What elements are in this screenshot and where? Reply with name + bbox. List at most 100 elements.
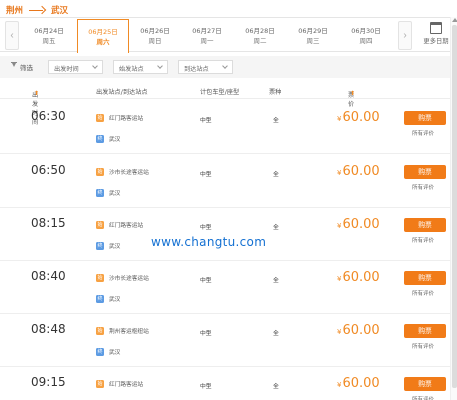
- departure-station: 始红门路客运站: [96, 220, 144, 229]
- date-item[interactable]: 06月28日 周二: [234, 19, 286, 51]
- website-watermark: www.changtu.com: [151, 235, 267, 249]
- departure-badge-icon: 始: [96, 167, 104, 176]
- previous-date-button[interactable]: ‹: [5, 21, 19, 50]
- sort-up-icon: ⬆: [350, 90, 356, 97]
- ticket-price: ¥60.00: [337, 164, 380, 179]
- filter-label: 筛选: [11, 62, 33, 72]
- next-date-button[interactable]: ›: [398, 21, 412, 50]
- station-pair: 始沙市长途客运站 终武汉: [96, 165, 149, 207]
- departure-station: 始红门路客运站: [96, 379, 144, 388]
- filter-icon: [11, 62, 17, 68]
- station-pair: 始红门路客运站 终武汉: [96, 218, 143, 260]
- arrival-station: 终武汉: [96, 134, 121, 143]
- buy-ticket-button[interactable]: 购票: [404, 324, 446, 338]
- departure-time: 09:15: [31, 375, 66, 389]
- ticket-price: ¥60.00: [337, 270, 380, 285]
- header-vehicle: 计包车型/座型: [200, 89, 240, 96]
- buy-ticket-button[interactable]: 购票: [404, 271, 446, 285]
- date-strip: ‹ 06月24日 周五 06月25日 周六 06月26日 周日 06月27日 周一 06…: [0, 17, 457, 53]
- arrival-badge-icon: 终: [96, 347, 104, 356]
- departure-badge-icon: 始: [96, 379, 104, 388]
- ticket-price: ¥60.00: [337, 110, 380, 125]
- departure-badge-icon: 始: [96, 220, 104, 229]
- scroll-thumb[interactable]: [452, 25, 457, 388]
- route-arrow-icon: [29, 6, 45, 14]
- buy-ticket-button[interactable]: 购票: [404, 377, 446, 391]
- departure-badge-icon: 始: [96, 326, 104, 335]
- station-pair: 始红门路客运站 终武汉: [96, 377, 143, 400]
- ticket-type: 全: [273, 278, 279, 284]
- route-destination: 武汉: [51, 6, 69, 16]
- sort-up-icon: ⬆: [34, 90, 40, 97]
- vehicle-type: 中型: [200, 225, 212, 231]
- table-row: 06:30 始红门路客运站 终武汉 中型 全 ¥60.00 购票 所有评价: [0, 101, 457, 154]
- departure-time: 06:50: [31, 163, 66, 177]
- ticket-type: 全: [273, 172, 279, 178]
- departure-station: 始沙市长途客运站: [96, 167, 149, 176]
- departure-station-select[interactable]: 始发站点: [113, 60, 168, 74]
- ticket-type: 全: [273, 118, 279, 124]
- date-item[interactable]: 06月29日 周三: [287, 19, 339, 51]
- station-pair: 始荆州客运枢纽站 终武汉: [96, 324, 149, 366]
- ticket-price: ¥60.00: [337, 376, 380, 391]
- all-reviews-link[interactable]: 所有评价: [412, 183, 434, 191]
- all-reviews-link[interactable]: 所有评价: [412, 236, 434, 244]
- arrival-badge-icon: 终: [96, 241, 104, 250]
- header-stations: 出发站点/到达站点: [96, 89, 148, 96]
- arrival-badge-icon: 终: [96, 134, 104, 143]
- date-item-active[interactable]: 06月25日 周六: [77, 19, 129, 53]
- departure-time: 06:30: [31, 109, 66, 123]
- ticket-price: ¥60.00: [337, 323, 380, 338]
- date-item[interactable]: 06月26日 周日: [129, 19, 181, 51]
- table-row: 09:15 始红门路客运站 终武汉 中型 全 ¥60.00 购票 所有评价: [0, 367, 457, 400]
- vehicle-type: 中型: [200, 384, 212, 390]
- table-row: 08:48 始荆州客运枢纽站 终武汉 中型 全 ¥60.00 购票 所有评价: [0, 314, 457, 367]
- results-header: 出发时间 ⬆ 出发站点/到达站点 计包车型/座型 票种 票价 ⬆: [0, 84, 457, 126]
- all-reviews-link[interactable]: 所有评价: [412, 395, 434, 400]
- buy-ticket-button[interactable]: 购票: [404, 111, 446, 125]
- buy-ticket-button[interactable]: 购票: [404, 218, 446, 232]
- route-origin: 荆州: [6, 6, 24, 16]
- table-row: 06:50 始沙市长途客运站 终武汉 中型 全 ¥60.00 购票 所有评价: [0, 155, 457, 208]
- date-item[interactable]: 06月30日 周四: [340, 19, 392, 51]
- ticket-type: 全: [273, 225, 279, 231]
- ticket-type: 全: [273, 384, 279, 390]
- vehicle-type: 中型: [200, 172, 212, 178]
- buy-ticket-button[interactable]: 购票: [404, 165, 446, 179]
- departure-time: 08:15: [31, 216, 66, 230]
- vehicle-type: 中型: [200, 278, 212, 284]
- table-row: 08:40 始沙市长途客运站 终武汉 中型 全 ¥60.00 购票 所有评价: [0, 261, 457, 314]
- station-pair: 始沙市长途客运站 终武汉: [96, 271, 149, 313]
- vehicle-type: 中型: [200, 331, 212, 337]
- all-reviews-link[interactable]: 所有评价: [412, 342, 434, 350]
- departure-station: 始荆州客运枢纽站: [96, 326, 149, 335]
- station-pair: 始红门路客运站 终武汉: [96, 111, 143, 153]
- departure-badge-icon: 始: [96, 273, 104, 282]
- scrollbar[interactable]: [450, 17, 457, 400]
- arrival-badge-icon: 终: [96, 294, 104, 303]
- departure-station: 始红门路客运站: [96, 113, 144, 122]
- filter-bar: 筛选 出发时间 始发站点 到达站点: [0, 56, 457, 78]
- arrival-badge-icon: 终: [96, 188, 104, 197]
- all-reviews-link[interactable]: 所有评价: [412, 129, 434, 137]
- vehicle-type: 中型: [200, 118, 212, 124]
- route-title: 荆州 武汉: [6, 3, 68, 17]
- calendar-icon: [430, 22, 442, 34]
- more-dates-button[interactable]: 更多日期: [420, 22, 452, 45]
- arrival-station: 终武汉: [96, 347, 121, 356]
- header-ticket-type: 票种: [269, 89, 282, 96]
- date-item[interactable]: 06月24日 周五: [23, 19, 75, 51]
- departure-time: 08:48: [31, 322, 66, 336]
- ticket-type: 全: [273, 331, 279, 337]
- ticket-price: ¥60.00: [337, 217, 380, 232]
- departure-time-select[interactable]: 出发时间: [48, 60, 103, 74]
- departure-badge-icon: 始: [96, 113, 104, 122]
- departure-time: 08:40: [31, 269, 66, 283]
- date-item[interactable]: 06月27日 周一: [181, 19, 233, 51]
- departure-station: 始沙市长途客运站: [96, 273, 149, 282]
- all-reviews-link[interactable]: 所有评价: [412, 289, 434, 297]
- scroll-up-icon[interactable]: [452, 17, 457, 22]
- arrival-station: 终武汉: [96, 188, 121, 197]
- arrival-station-select[interactable]: 到达站点: [178, 60, 233, 74]
- arrival-station: 终武汉: [96, 241, 121, 250]
